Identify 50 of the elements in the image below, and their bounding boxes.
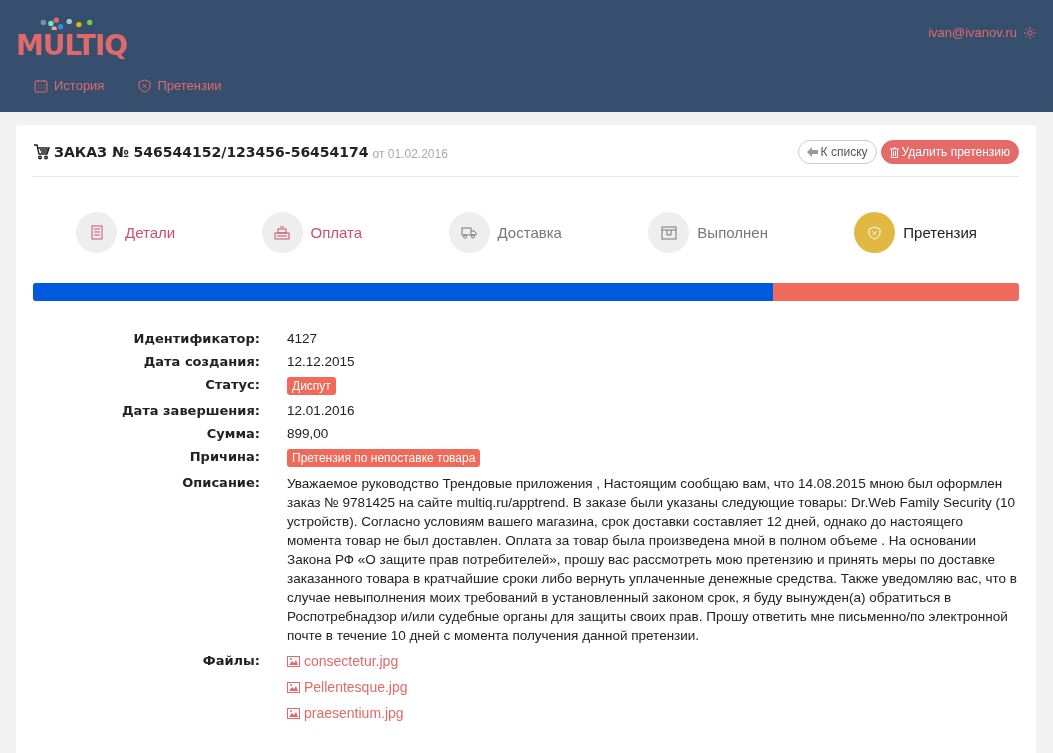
image-icon [287,681,300,693]
step-label[interactable]: Доставка [497,224,562,241]
field-value: 899,00 [287,426,330,441]
nav-link[interactable]: История [34,78,105,93]
field-label: Дата создания: [142,354,260,369]
step-icon-circle[interactable] [261,212,303,253]
delete-button[interactable]: Удалить претензию [880,140,1019,164]
step-icon-circle[interactable] [448,212,490,253]
calendar-icon [34,78,48,93]
document-icon [90,225,103,240]
back-button[interactable]: К списку [797,140,877,164]
status-badge: Диспут [287,377,336,395]
file-link[interactable]: Pellentesque.jpg [287,679,1019,695]
shield-icon [138,78,152,93]
field-label: Описание: [181,475,260,492]
field-value: 12.12.2015 [287,354,356,369]
field-label: Статус: [204,377,260,394]
step-label[interactable]: Оплата [310,224,363,241]
field-label: Дата завершения: [120,403,260,418]
file-link[interactable]: consectetur.jpg [287,653,1019,669]
image-icon [287,707,300,719]
status-badge: Претензия по непоставке товара [287,449,481,467]
cash-register-icon [274,225,291,240]
arrow-left-icon [806,147,818,157]
step-label[interactable]: Детали [125,224,176,241]
truck-icon [461,226,478,239]
field-label: Сумма: [205,426,260,441]
step-icon-circle[interactable] [76,212,117,253]
field-value: 12.01.2016 [287,403,356,418]
nav-link[interactable]: Претензии [138,78,222,93]
order-date: от 01.02.2016 [372,146,448,161]
step-icon-circle[interactable] [648,212,690,253]
shield-icon [868,225,882,240]
field-label: Файлы: [201,653,260,670]
image-icon [287,655,300,667]
user-email[interactable]: ivan@ivanov.ru [928,25,1017,40]
file-link[interactable]: praesentium.jpg [287,705,1019,721]
field-value: 4127 [287,331,319,346]
field-label: Идентификатор: [132,331,260,346]
step-label[interactable]: Претензия [903,224,977,241]
step-label[interactable]: Выполнен [697,224,768,241]
logo[interactable]: MULTIQ [16,32,128,60]
order-title: ЗАКАЗ № 546544152/123456-56454174 [54,144,369,160]
settings-icon[interactable] [1023,25,1037,40]
cart-icon [33,144,50,160]
description-text: Уважаемое руководство Трендовые приложения , Настоящим сообщаю вам, что 14.08.2015 мною был оформлен заказ № 9781425 на сайте multiq.ru/apptrend. В заказе были указаны следующие товары: Dr.Web Family Security (10 устройств). Согласно условиям вашего магазина, срок доставки составляет 12 дней, однако до настоящего момента товар не был доставлен. Оплата за товар была произведена мной в полном объеме . На основании Закона РФ «О защите прав потребителей», прошу вас рассмотреть мою претензию и принять меры по доставке заказанного товара в кратчайшие сроки либо вернуть уплаченные денежные средства. Также уведомляю вас, что в случае невыполнения моих требований в установленный законом срок, я буду вынужден(а) обратиться в Роспотребнадзор и/или судебные органы для защиты своих прав. Прошу ответить мне письменно/по электронной почте в течение 10 дней с момента получения данной претензии. [287,475,1018,645]
box-icon [660,225,677,240]
field-label: Причина: [188,449,260,466]
trash-icon [889,146,899,158]
step-icon-circle[interactable] [854,212,896,253]
